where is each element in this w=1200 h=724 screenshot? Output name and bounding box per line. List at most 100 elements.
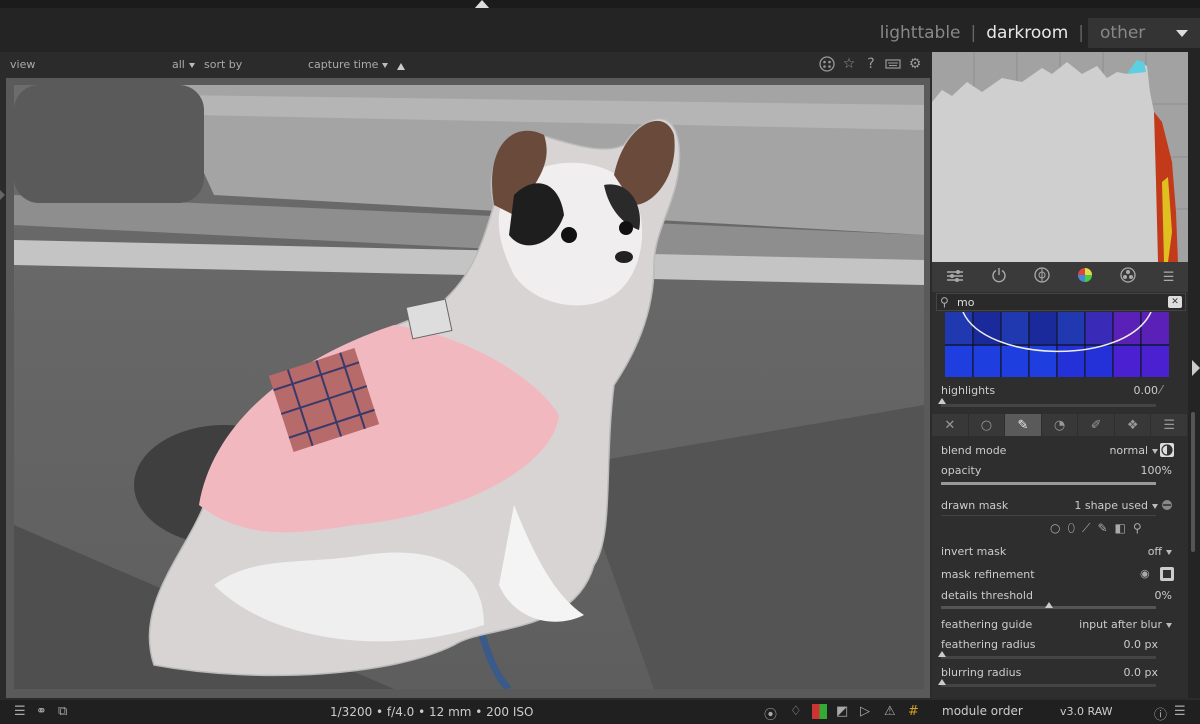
search-icon: ⚲ bbox=[940, 295, 949, 309]
keyboard-icon[interactable] bbox=[884, 55, 902, 73]
menu-icon[interactable]: ☰ bbox=[1163, 270, 1175, 285]
sort-ascending-icon bbox=[397, 63, 405, 70]
highlights-slider-marker[interactable] bbox=[938, 398, 946, 404]
blend-mode-label: blend mode bbox=[941, 444, 1007, 457]
color-wheel-icon[interactable] bbox=[1077, 267, 1093, 287]
help-icon[interactable]: ? bbox=[862, 55, 880, 73]
menu-icon[interactable]: ☰ bbox=[1151, 414, 1189, 436]
clear-icon[interactable]: ✕ bbox=[1168, 296, 1182, 308]
group-icon[interactable] bbox=[1120, 267, 1136, 287]
module-search-input[interactable]: ⚲ mo ✕ bbox=[936, 293, 1186, 311]
menu-icon[interactable]: ☰ bbox=[1174, 704, 1186, 719]
softproof-icon[interactable]: ◩ bbox=[836, 704, 848, 719]
drawn-icon[interactable]: ✎ bbox=[1005, 414, 1042, 436]
view-tab-darkroom[interactable]: darkroom bbox=[976, 23, 1078, 43]
blurring-radius-row[interactable]: blurring radius 0.0 px bbox=[932, 662, 1188, 684]
parametric-icon[interactable]: ◔ bbox=[1042, 414, 1079, 436]
info-icon[interactable]: ⓘ bbox=[1154, 704, 1167, 723]
feathering-radius-row[interactable]: feathering radius 0.0 px bbox=[932, 634, 1188, 656]
blurring-radius-slider[interactable] bbox=[941, 684, 1156, 687]
blurring-radius-marker[interactable] bbox=[938, 679, 946, 685]
opacity-slider-fill bbox=[941, 482, 1156, 485]
module-group-tabs: ☰ bbox=[932, 262, 1188, 292]
divider bbox=[941, 515, 1156, 516]
sort-value: capture time bbox=[308, 58, 379, 71]
blend-mode-row[interactable]: blend mode normal bbox=[932, 440, 1188, 462]
eye-icon[interactable]: ◉ bbox=[1140, 567, 1154, 581]
opacity-label: opacity bbox=[941, 464, 982, 477]
raster-icon[interactable]: ❖ bbox=[1115, 414, 1152, 436]
global-toolbox: ☆ ? ⚙ bbox=[818, 55, 924, 73]
color-chart-graph[interactable] bbox=[945, 312, 1169, 377]
highlights-label: highlights bbox=[941, 384, 996, 397]
filter-all-label: all bbox=[172, 58, 185, 71]
details-threshold-row[interactable]: details threshold 0% bbox=[932, 585, 1188, 607]
lightbulb-icon[interactable]: ♢ bbox=[790, 704, 802, 719]
feathering-guide-label: feathering guide bbox=[941, 618, 1033, 631]
circle-shape-icon[interactable]: ○ bbox=[1050, 521, 1060, 536]
sort-direction-toggle[interactable] bbox=[397, 60, 405, 73]
details-threshold-marker[interactable] bbox=[1044, 602, 1053, 608]
highlights-value: 0.00 bbox=[1133, 384, 1159, 397]
highlights-slider[interactable] bbox=[941, 404, 1156, 407]
guides-icon[interactable]: # bbox=[908, 704, 919, 719]
filter-all-dropdown[interactable]: all bbox=[172, 58, 195, 71]
histogram[interactable] bbox=[932, 52, 1188, 262]
blend-mode-value: normal bbox=[1109, 444, 1158, 457]
opacity-row[interactable]: opacity 100% bbox=[932, 460, 1188, 482]
drawn-parametric-icon[interactable]: ✐ bbox=[1078, 414, 1115, 436]
mask-toggle-icon[interactable] bbox=[1160, 567, 1174, 581]
view-separator: | bbox=[1078, 23, 1084, 43]
feathering-radius-value: 0.0 px bbox=[1123, 638, 1158, 651]
styles-icon[interactable]: ⚭ bbox=[36, 704, 47, 719]
view-tab-lighttable[interactable]: lighttable bbox=[870, 23, 971, 43]
view-tab-other: other bbox=[1100, 23, 1146, 43]
image-canvas[interactable] bbox=[6, 78, 930, 698]
mask-refinement-row: mask refinement ◉ bbox=[932, 564, 1188, 586]
presets-icon[interactable] bbox=[946, 268, 964, 287]
view-switcher-bar: lighttable | darkroom | other bbox=[0, 8, 1200, 52]
ellipse-shape-icon[interactable]: ⬯ bbox=[1067, 521, 1075, 536]
gradient-shape-icon[interactable]: ◧ bbox=[1115, 521, 1126, 536]
drawn-mask-label: drawn mask bbox=[941, 499, 1009, 512]
highlights-row[interactable]: highlights 0.00 ⁄ bbox=[932, 380, 1188, 402]
left-panel-toggle-icon[interactable] bbox=[0, 190, 5, 200]
view-label: view bbox=[10, 58, 36, 71]
blend-contrast-icon[interactable] bbox=[1160, 443, 1174, 457]
module-order-value[interactable]: v3.0 RAW bbox=[1060, 705, 1113, 718]
active-modules-icon[interactable] bbox=[1033, 267, 1050, 287]
view-tab-other-dropdown[interactable]: other bbox=[1088, 18, 1200, 48]
focus-peaking-icon[interactable]: ⦿ bbox=[764, 704, 777, 723]
right-panel: ☰ ⚲ mo ✕ highlights 0.00 ⁄ ✕ ○ ✎ ◔ ✐ ❖ ☰… bbox=[932, 52, 1189, 698]
menu-icon[interactable]: ☰ bbox=[14, 704, 26, 719]
feathering-radius-slider[interactable] bbox=[941, 656, 1156, 659]
gamut-check-icon[interactable]: ▷ bbox=[860, 704, 870, 719]
feathering-radius-marker[interactable] bbox=[938, 651, 946, 657]
mask-off-icon[interactable]: ✕ bbox=[932, 414, 969, 436]
uniform-icon[interactable]: ○ bbox=[969, 414, 1006, 436]
power-icon[interactable] bbox=[991, 267, 1007, 287]
mask-shape-tools: ○ ⬯ ⟋ ✎ ◧ ⚲ bbox=[1050, 521, 1142, 536]
show-shapes-icon[interactable]: ⚲ bbox=[1133, 521, 1142, 536]
bottom-toolbar: ☰ ⚭ ⧉ 1/3200 • f/4.0 • 12 mm • 200 ISO ⦿… bbox=[0, 700, 1200, 724]
path-shape-icon[interactable]: ⟋ bbox=[1082, 521, 1090, 536]
module-order-label: module order bbox=[942, 704, 1023, 718]
brush-shape-icon[interactable]: ✎ bbox=[1097, 521, 1107, 536]
details-threshold-label: details threshold bbox=[941, 589, 1033, 602]
picker-icon[interactable]: ⁄ bbox=[1160, 383, 1174, 397]
grid-icon[interactable] bbox=[818, 55, 836, 73]
feathering-guide-row[interactable]: feathering guide input after blur bbox=[932, 614, 1188, 636]
color-assessment-icon[interactable] bbox=[812, 704, 827, 719]
blend-mask-tabs: ✕ ○ ✎ ◔ ✐ ❖ ☰ bbox=[932, 414, 1189, 436]
invert-mask-row[interactable]: invert mask off bbox=[932, 541, 1188, 563]
right-panel-toggle-icon[interactable] bbox=[1192, 360, 1200, 376]
drawn-mask-row[interactable]: drawn mask 1 shape used bbox=[932, 495, 1188, 517]
scrollbar-thumb[interactable] bbox=[1191, 412, 1195, 552]
gear-icon[interactable]: ⚙ bbox=[906, 55, 924, 73]
star-icon[interactable]: ☆ bbox=[840, 55, 858, 73]
overexposed-icon[interactable]: ⚠ bbox=[884, 704, 896, 719]
blurring-radius-value: 0.0 px bbox=[1123, 666, 1158, 679]
sort-order-dropdown[interactable]: capture time bbox=[308, 58, 389, 71]
second-window-icon[interactable]: ⧉ bbox=[58, 704, 67, 719]
mask-display-icon[interactable] bbox=[1160, 498, 1174, 512]
